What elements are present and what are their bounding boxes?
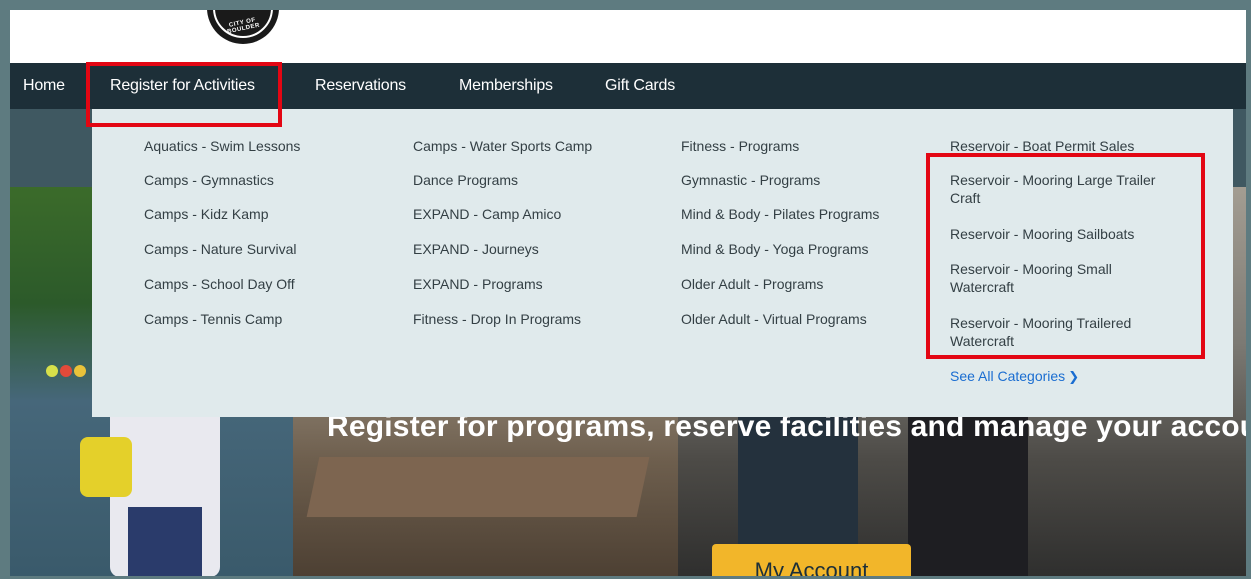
menu-item-fitness-programs[interactable]: Fitness - Programs	[681, 137, 799, 155]
see-all-categories-link[interactable]: See All Categories ❯	[950, 368, 1079, 385]
menu-item-older-adult-programs[interactable]: Older Adult - Programs	[681, 275, 823, 293]
menu-item-dance-programs[interactable]: Dance Programs	[413, 171, 518, 189]
menu-item-camps-kidz-kamp[interactable]: Camps - Kidz Kamp	[144, 205, 268, 223]
menu-item-camps-school-day-off[interactable]: Camps - School Day Off	[144, 275, 295, 293]
nav-memberships[interactable]: Memberships	[459, 77, 553, 95]
menu-item-expand-camp-amico[interactable]: EXPAND - Camp Amico	[413, 205, 561, 223]
nav-reservations[interactable]: Reservations	[315, 77, 406, 95]
menu-item-fitness-drop-in-programs[interactable]: Fitness - Drop In Programs	[413, 310, 581, 328]
city-seal-logo[interactable]: CITY OF BOULDER	[207, 10, 279, 44]
menu-item-camps-water-sports-camp[interactable]: Camps - Water Sports Camp	[413, 137, 592, 155]
highlight-box-mooring-items	[926, 153, 1205, 359]
menu-item-older-adult-virtual-programs[interactable]: Older Adult - Virtual Programs	[681, 310, 867, 328]
yellow-paddle	[80, 437, 132, 497]
menu-item-mind-body-yoga[interactable]: Mind & Body - Yoga Programs	[681, 240, 869, 258]
menu-item-aquatics-swim-lessons[interactable]: Aquatics - Swim Lessons	[144, 137, 300, 155]
my-account-button[interactable]: My Account	[712, 544, 911, 576]
menu-item-expand-journeys[interactable]: EXPAND - Journeys	[413, 240, 539, 258]
header-logo-bar: CITY OF BOULDER	[10, 10, 1246, 63]
chevron-right-icon: ❯	[1068, 369, 1080, 384]
menu-item-camps-nature-survival[interactable]: Camps - Nature Survival	[144, 240, 297, 258]
see-all-label: See All Categories	[950, 368, 1066, 384]
nav-gift-cards[interactable]: Gift Cards	[605, 77, 675, 95]
menu-item-gymnastic-programs[interactable]: Gymnastic - Programs	[681, 171, 820, 189]
menu-item-camps-gymnastics[interactable]: Camps - Gymnastics	[144, 171, 274, 189]
child-shorts	[128, 507, 202, 576]
menu-item-camps-tennis-camp[interactable]: Camps - Tennis Camp	[144, 310, 282, 328]
menu-item-expand-programs[interactable]: EXPAND - Programs	[413, 275, 543, 293]
browser-viewport: CITY OF BOULDER Home Register for Activi…	[10, 10, 1246, 576]
highlight-box-register-nav	[86, 62, 282, 127]
menu-item-mind-body-pilates[interactable]: Mind & Body - Pilates Programs	[681, 205, 879, 223]
stone-platform	[306, 457, 650, 517]
nav-home[interactable]: Home	[23, 77, 65, 95]
